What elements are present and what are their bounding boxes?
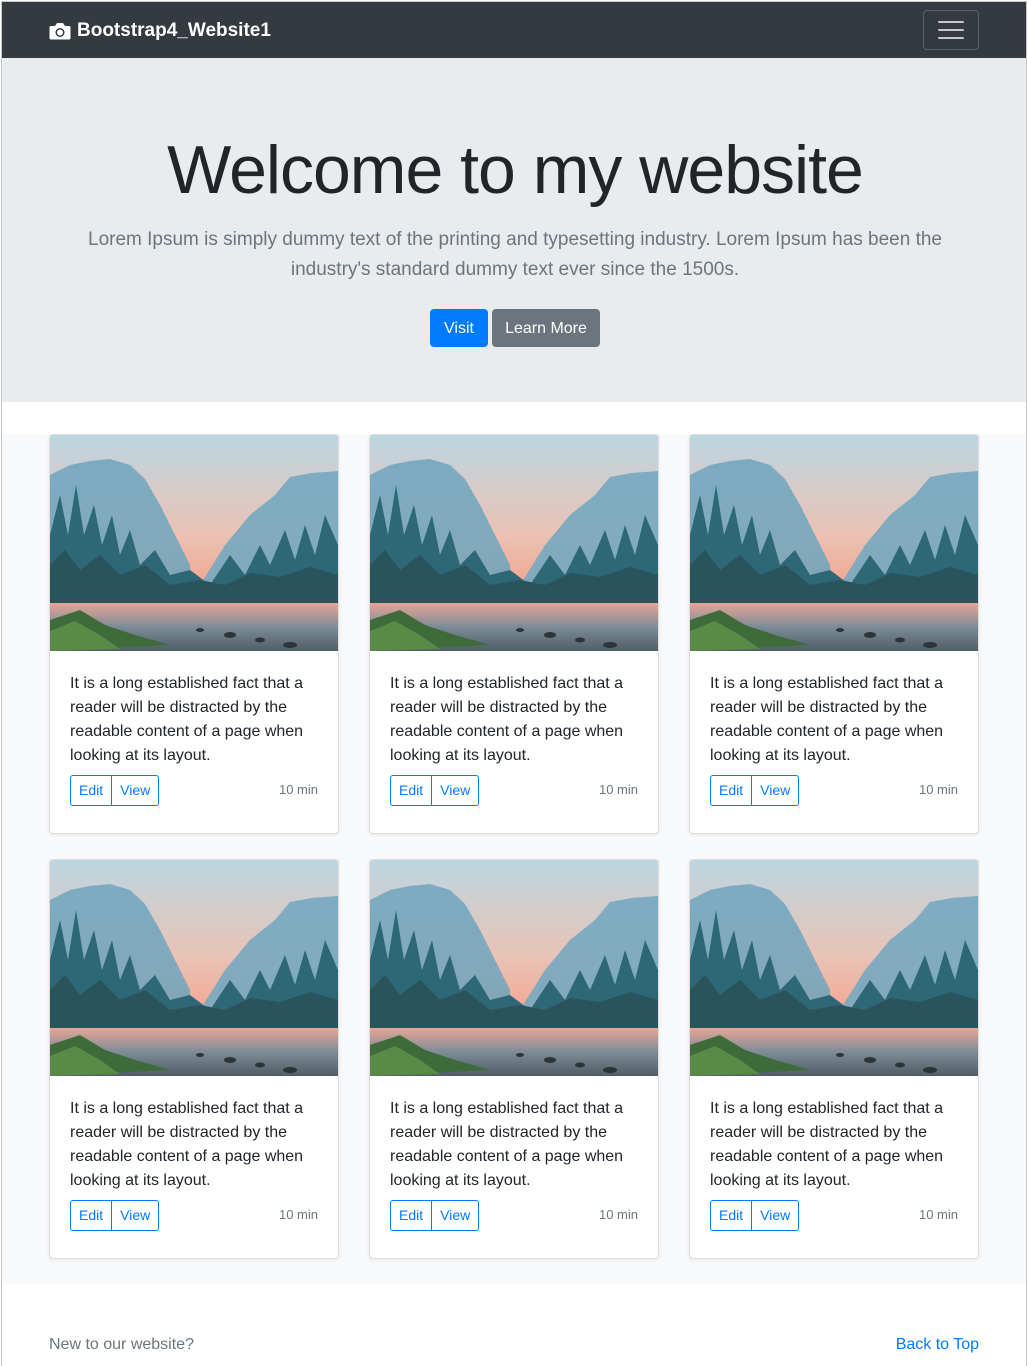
edit-button[interactable]: Edit (70, 1200, 113, 1231)
card-text: It is a long established fact that a rea… (70, 675, 304, 764)
view-button[interactable]: View (752, 1200, 800, 1231)
view-button[interactable]: View (752, 775, 800, 806)
view-button[interactable]: View (112, 1200, 160, 1231)
card: It is a long established fact that a rea… (689, 434, 979, 834)
jumbotron-buttons: Visit Learn More (2, 309, 1026, 347)
page-frame: Bootstrap4_Website1 Welcome to my websit… (1, 1, 1027, 1366)
edit-button[interactable]: Edit (390, 1200, 433, 1231)
card-button-group: Edit View (70, 1200, 160, 1231)
card-button-group: Edit View (70, 775, 160, 806)
back-to-top-link[interactable]: Back to Top (896, 1336, 979, 1354)
hamburger-line (938, 29, 964, 31)
edit-button[interactable]: Edit (710, 775, 753, 806)
navbar: Bootstrap4_Website1 (2, 2, 1026, 58)
card: It is a long established fact that a rea… (369, 859, 659, 1259)
page-title: Welcome to my website (167, 132, 864, 208)
jumbotron: Welcome to my website Lorem Ipsum is sim… (2, 58, 1026, 402)
card-time: 10 min (918, 1207, 958, 1222)
camera-icon (49, 23, 71, 40)
card-time: 10 min (278, 782, 318, 797)
navbar-toggler-button[interactable] (923, 10, 979, 50)
card-time: 10 min (278, 1207, 318, 1222)
navbar-brand[interactable]: Bootstrap4_Website1 (49, 18, 271, 44)
card: It is a long established fact that a rea… (49, 434, 339, 834)
view-button[interactable]: View (432, 775, 480, 806)
brand-label: Bootstrap4_Website1 (77, 20, 271, 41)
card-image (690, 860, 978, 1076)
edit-button[interactable]: Edit (390, 775, 433, 806)
card-image (50, 435, 338, 651)
hamburger-menu-icon (938, 21, 964, 23)
card-button-group: Edit View (710, 775, 800, 806)
edit-button[interactable]: Edit (70, 775, 113, 806)
hamburger-line (938, 37, 964, 39)
card-time: 10 min (598, 782, 638, 797)
card-button-group: Edit View (390, 775, 480, 806)
card-image (50, 860, 338, 1076)
card-image (690, 435, 978, 651)
card-text: It is a long established fact that a rea… (710, 675, 944, 764)
footer-text: New to our website? (49, 1336, 194, 1353)
card-text: It is a long established fact that a rea… (70, 1100, 304, 1189)
card-text: It is a long established fact that a rea… (390, 1100, 624, 1189)
card: It is a long established fact that a rea… (369, 434, 659, 834)
card-time: 10 min (598, 1207, 638, 1222)
card-image (370, 860, 658, 1076)
footer: New to our website? Back to Top (2, 1284, 1026, 1366)
card-time: 10 min (918, 782, 958, 797)
visit-button[interactable]: Visit (430, 309, 488, 347)
card: It is a long established fact that a rea… (689, 859, 979, 1259)
card-button-group: Edit View (390, 1200, 480, 1231)
card-text: It is a long established fact that a rea… (390, 675, 624, 764)
view-button[interactable]: View (112, 775, 160, 806)
card-text: It is a long established fact that a rea… (710, 1100, 944, 1189)
learn-more-button[interactable]: Learn More (492, 309, 600, 347)
lead-text: Lorem Ipsum is simply dummy text of the … (88, 229, 942, 280)
view-button[interactable]: View (432, 1200, 480, 1231)
card: It is a long established fact that a rea… (49, 859, 339, 1259)
card-button-group: Edit View (710, 1200, 800, 1231)
edit-button[interactable]: Edit (710, 1200, 753, 1231)
card-image (370, 435, 658, 651)
album: It is a long established fact that a rea… (2, 434, 1026, 1284)
